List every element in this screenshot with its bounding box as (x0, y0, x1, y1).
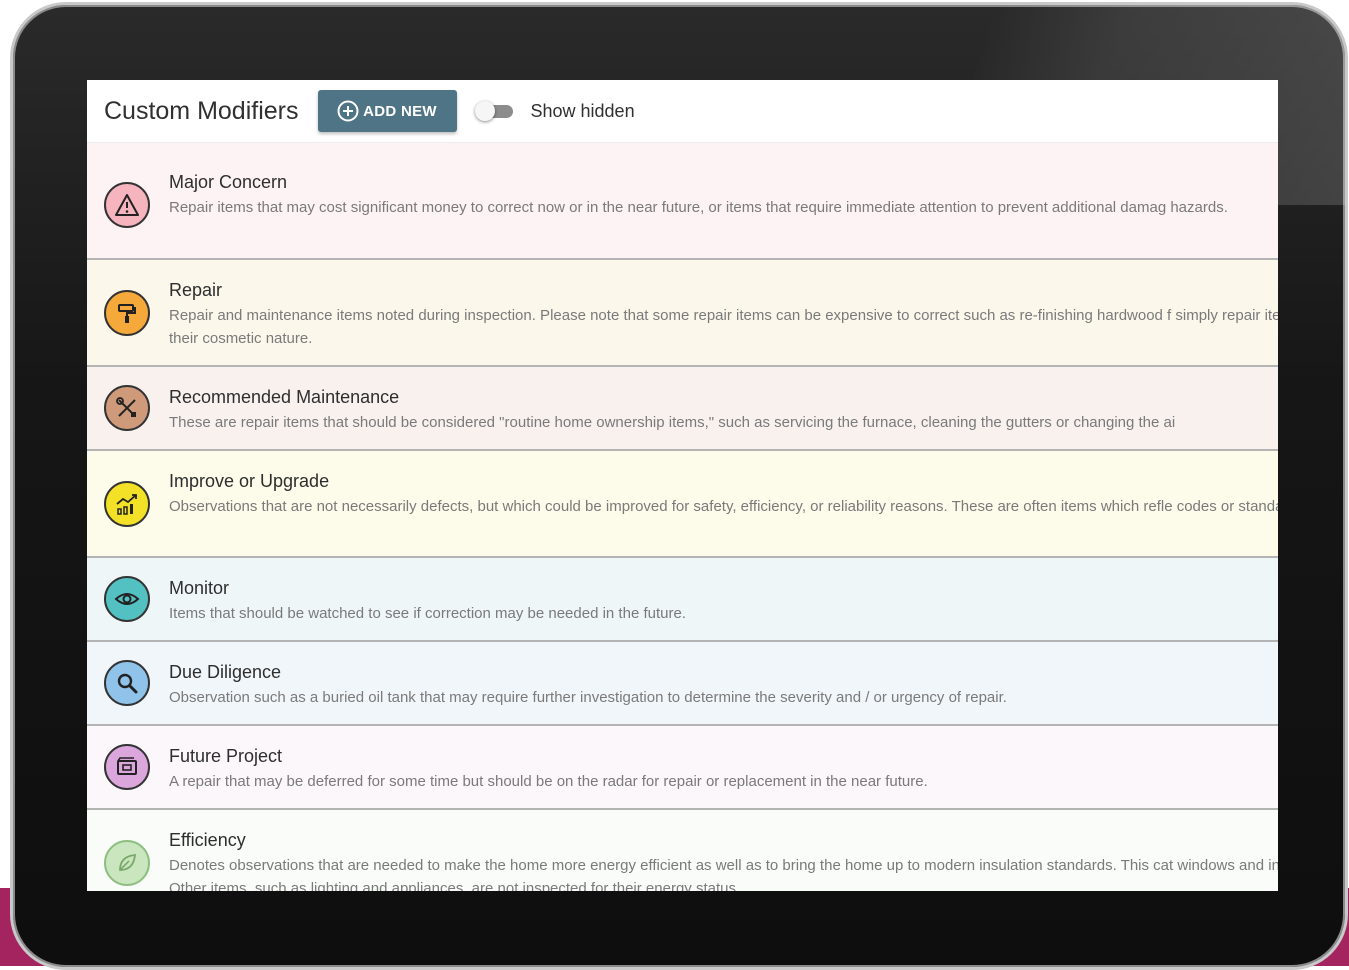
header-bar: Custom Modifiers ADD NEW Show hidden (87, 80, 1278, 143)
modifier-row-recommended-maintenance[interactable]: Recommended Maintenance These are repair… (87, 367, 1278, 451)
show-hidden-label: Show hidden (530, 100, 635, 121)
tools-icon (104, 385, 150, 431)
add-circle-icon (337, 100, 359, 122)
modifier-description: Observation such as a buried oil tank th… (169, 689, 1007, 706)
modifier-row-future-project[interactable]: Future Project A repair that may be defe… (87, 726, 1278, 810)
modifier-description: These are repair items that should be co… (169, 414, 1176, 431)
eye-icon (104, 576, 150, 622)
magnifier-icon (104, 660, 150, 706)
modifier-name: Due Diligence (169, 662, 282, 682)
page-title: Custom Modifiers (104, 96, 299, 125)
app-screen: Custom Modifiers ADD NEW Show hidden Maj… (87, 80, 1278, 891)
paint-roller-icon (104, 290, 150, 336)
modifier-description: Observations that are not necessarily de… (169, 498, 1278, 515)
add-new-button[interactable]: ADD NEW (317, 90, 457, 132)
modifier-name: Future Project (169, 746, 283, 766)
modifier-row-improve-or-upgrade[interactable]: Improve or Upgrade Observations that are… (87, 451, 1278, 558)
modifier-name: Monitor (169, 578, 230, 598)
show-hidden-toggle[interactable] (474, 101, 519, 121)
modifier-row-repair[interactable]: Repair Repair and maintenance items note… (87, 260, 1278, 367)
modifier-description: Repair and maintenance items noted durin… (169, 307, 1278, 347)
wallet-icon (104, 744, 150, 790)
modifier-row-due-diligence[interactable]: Due Diligence Observation such as a buri… (87, 642, 1278, 726)
modifier-name: Efficiency (169, 830, 246, 850)
modifier-name: Repair (169, 280, 223, 300)
modifier-name: Major Concern (169, 172, 288, 192)
leaf-icon (104, 840, 150, 886)
chart-growth-icon (104, 481, 150, 527)
modifier-row-monitor[interactable]: Monitor Items that should be watched to … (87, 558, 1278, 642)
warning-icon (104, 182, 150, 228)
modifier-description: A repair that may be deferred for some t… (169, 773, 928, 790)
modifier-row-efficiency[interactable]: Efficiency Denotes observations that are… (87, 810, 1278, 891)
add-new-label: ADD NEW (363, 102, 437, 120)
modifier-description: Denotes observations that are needed to … (169, 857, 1278, 891)
modifier-name: Improve or Upgrade (169, 471, 330, 491)
modifier-name: Recommended Maintenance (169, 387, 400, 407)
modifier-row-major-concern[interactable]: Major Concern Repair items that may cost… (87, 143, 1278, 260)
modifier-description: Repair items that may cost significant m… (169, 199, 1228, 216)
modifier-description: Items that should be watched to see if c… (169, 605, 686, 622)
